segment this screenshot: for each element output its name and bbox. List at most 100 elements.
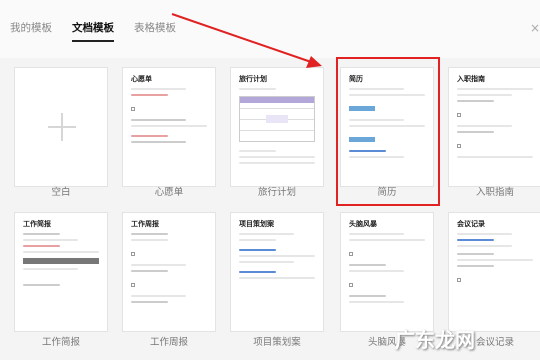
template-card-resume[interactable]: 简历 — [340, 67, 434, 187]
checkbox-icon — [457, 113, 461, 117]
text-line — [23, 245, 60, 247]
template-title: 简历 — [349, 75, 363, 83]
template-card-project-plan[interactable]: 项目策划案 — [230, 212, 324, 332]
text-line — [239, 239, 276, 241]
text-line — [349, 239, 425, 241]
template-tabs: 我的模板 文档模板 表格模板 — [10, 20, 196, 42]
template-caption-meeting-notes: 会议记录 — [475, 337, 514, 348]
text-line — [457, 125, 513, 127]
template-title: 头脑风暴 — [349, 220, 377, 228]
text-line — [349, 295, 386, 297]
template-card-wishlist[interactable]: 心愿单 — [122, 67, 216, 187]
text-line — [457, 233, 513, 235]
template-title: 项目策划案 — [239, 220, 274, 228]
template-caption-weekly-report: 工作周报 — [149, 337, 188, 348]
text-line — [23, 239, 79, 241]
text-line — [457, 259, 533, 261]
close-icon[interactable]: × — [530, 21, 540, 35]
section-tag — [349, 106, 375, 111]
tab-document-templates[interactable]: 文档模板 — [72, 20, 114, 42]
text-line — [131, 88, 187, 90]
text-line — [349, 119, 405, 121]
template-caption-work-brief: 工作简报 — [41, 337, 80, 348]
text-line — [457, 100, 494, 102]
template-caption-wishlist: 心愿单 — [154, 187, 184, 198]
table-header-bar — [23, 258, 99, 264]
text-line — [131, 125, 207, 127]
template-card-brainstorm[interactable]: 头脑风暴 — [340, 212, 434, 332]
text-line — [131, 270, 168, 272]
text-line — [349, 301, 405, 303]
text-line — [131, 301, 168, 303]
text-line — [23, 284, 60, 286]
text-line — [239, 88, 276, 90]
text-line — [239, 277, 315, 279]
text-line — [349, 125, 425, 127]
text-line — [349, 88, 405, 90]
text-line — [131, 264, 187, 266]
text-line — [239, 261, 295, 263]
text-line — [131, 233, 168, 235]
checkbox-icon — [349, 252, 353, 256]
table-preview — [239, 96, 315, 142]
checkbox-icon — [131, 107, 135, 111]
template-title: 旅行计划 — [239, 75, 267, 83]
checkbox-icon — [131, 283, 135, 287]
text-line — [131, 135, 168, 137]
template-title: 会议记录 — [457, 220, 485, 228]
text-line — [349, 150, 386, 152]
text-line — [457, 131, 494, 133]
text-line — [457, 239, 494, 241]
template-card-meeting-notes[interactable]: 会议记录 — [448, 212, 540, 332]
section-tag — [349, 137, 375, 142]
text-line — [457, 253, 494, 255]
tab-my-templates[interactable]: 我的模板 — [10, 20, 52, 42]
template-header: 我的模板 文档模板 表格模板 × — [0, 0, 540, 58]
template-caption-project-plan: 项目策划案 — [253, 337, 301, 348]
text-line — [23, 233, 60, 235]
text-line — [457, 156, 533, 158]
text-line — [239, 249, 276, 251]
text-line — [349, 233, 405, 235]
table-highlight — [265, 115, 289, 123]
template-card-weekly-report[interactable]: 工作周报 — [122, 212, 216, 332]
checkbox-icon — [457, 278, 461, 282]
text-line — [239, 150, 276, 152]
text-line — [131, 239, 168, 241]
template-caption-onboarding: 入职指南 — [475, 187, 514, 198]
template-title: 心愿单 — [131, 75, 152, 83]
text-line — [457, 245, 513, 247]
plus-icon-bar — [48, 126, 76, 128]
template-card-travel-plan[interactable]: 旅行计划 — [230, 67, 324, 187]
text-line — [131, 141, 187, 143]
template-title: 工作周报 — [131, 220, 159, 228]
text-line — [131, 295, 187, 297]
text-line — [239, 156, 315, 158]
template-card-work-brief[interactable]: 工作简报 — [14, 212, 108, 332]
text-line — [349, 270, 405, 272]
template-card-onboarding[interactable]: 入职指南 — [448, 67, 540, 187]
text-line — [131, 119, 187, 121]
template-card-blank[interactable] — [14, 67, 108, 187]
text-line — [239, 255, 315, 257]
text-line — [349, 264, 386, 266]
template-caption-brainstorm: 头脑风暴 — [367, 337, 406, 348]
template-title: 入职指南 — [457, 75, 485, 83]
checkbox-icon — [457, 144, 461, 148]
checkbox-icon — [349, 283, 353, 287]
text-line — [349, 94, 425, 96]
text-line — [23, 268, 79, 270]
template-caption-blank: 空白 — [51, 187, 71, 198]
text-line — [131, 94, 168, 96]
text-line — [457, 265, 494, 267]
template-grid: 空白 心愿单 心愿单 旅行计划 旅行计划 简历 简历 入职指南 入职指南 工作简… — [0, 58, 540, 360]
text-line — [349, 156, 405, 158]
text-line — [239, 233, 295, 235]
tab-sheet-templates[interactable]: 表格模板 — [134, 20, 176, 42]
template-caption-resume: 简历 — [377, 187, 397, 198]
text-line — [457, 94, 513, 96]
text-line — [239, 271, 276, 273]
template-title: 工作简报 — [23, 220, 51, 228]
template-caption-travel-plan: 旅行计划 — [257, 187, 296, 198]
text-line — [457, 88, 533, 90]
